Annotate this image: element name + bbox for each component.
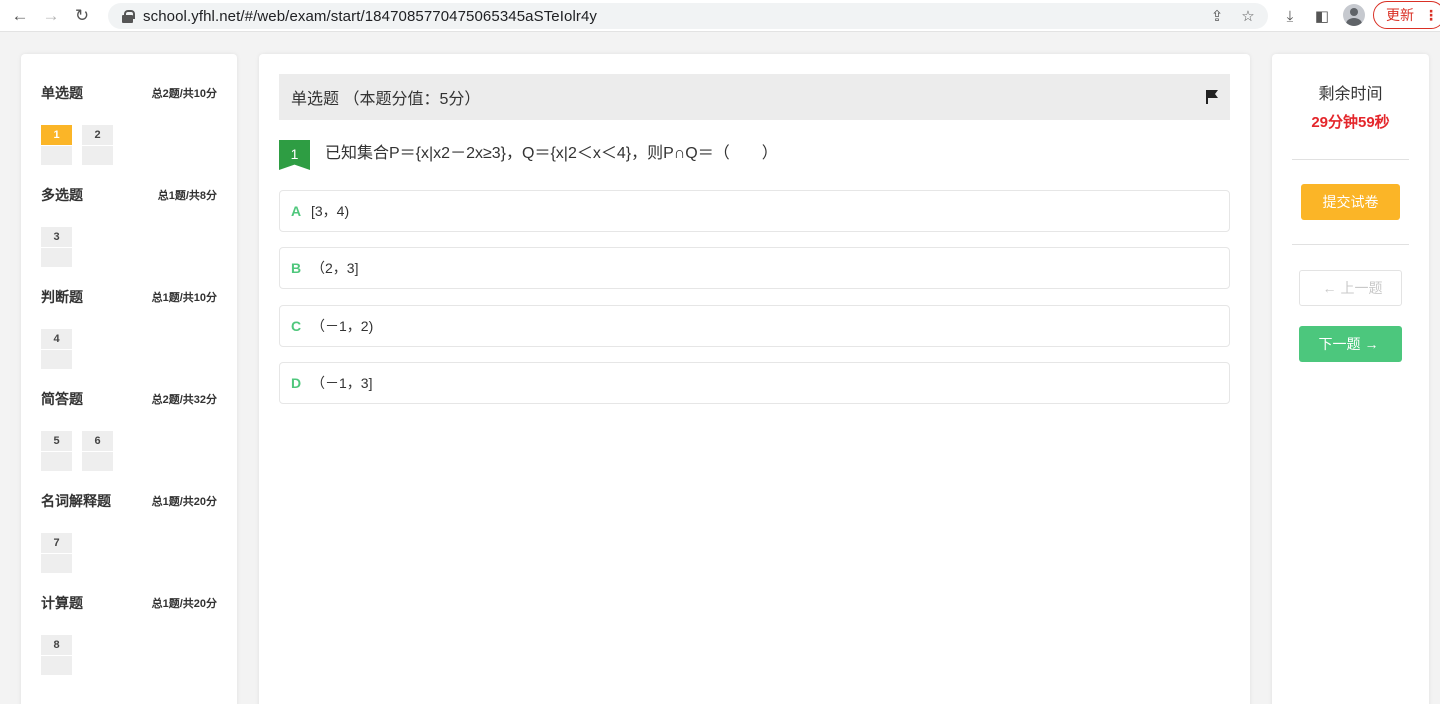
question-number-7[interactable]: 7 [41, 533, 72, 573]
previous-label: 上一题 [1340, 280, 1383, 296]
section-summary: 总2题/共32分 [151, 394, 217, 406]
question-number-3[interactable]: 3 [41, 227, 72, 267]
remaining-time-label: 剩余时间 [1318, 86, 1383, 103]
question-number-4[interactable]: 4 [41, 329, 72, 369]
section-title: 多选题 [41, 187, 83, 203]
url-text[interactable]: school.yfhl.net/#/web/exam/start/1847085… [143, 8, 597, 25]
option-letter: A [291, 203, 302, 219]
question-number-5[interactable]: 5 [41, 431, 72, 471]
share-icon[interactable]: ⇪ [1208, 7, 1226, 25]
option-text: （－1，2) [311, 318, 374, 334]
option-letter: D [291, 375, 302, 391]
countdown-timer: 29分钟59秒 [1311, 114, 1390, 131]
update-button[interactable]: 更新 ⋮ [1373, 1, 1440, 29]
section-summary: 总1题/共20分 [151, 598, 217, 610]
question-number-badge: 1 [279, 140, 310, 170]
option-a[interactable]: A [3，4) [279, 190, 1230, 232]
question-number-8[interactable]: 8 [41, 635, 72, 675]
update-label: 更新 [1386, 7, 1414, 23]
divider [1292, 159, 1409, 160]
profile-avatar-icon[interactable] [1343, 4, 1365, 26]
previous-question-button[interactable]: ← 上一题 [1299, 270, 1402, 306]
browser-toolbar: ← → ↻ school.yfhl.net/#/web/exam/start/1… [0, 0, 1440, 32]
exam-control-panel: 剩余时间 29分钟59秒 提交试卷 ← 上一题 下一题 → [1272, 54, 1429, 704]
next-question-button[interactable]: 下一题 → [1299, 326, 1402, 362]
question-header: 单选题 （本题分值：5分） [279, 74, 1230, 120]
reload-icon[interactable]: ↻ [71, 5, 93, 27]
section-summary: 总2题/共10分 [151, 88, 217, 100]
question-header-text: 单选题 （本题分值：5分） [291, 91, 481, 108]
arrow-right-icon: → [1364, 336, 1379, 352]
divider [1292, 244, 1409, 245]
question-number-1[interactable]: 1 [41, 125, 72, 165]
address-bar[interactable]: school.yfhl.net/#/web/exam/start/1847085… [108, 3, 1268, 29]
back-arrow-icon[interactable]: ← [9, 5, 31, 27]
section-summary: 总1题/共8分 [157, 190, 217, 202]
option-d[interactable]: D （－1，3] [279, 362, 1230, 404]
menu-dots-icon: ⋮ [1424, 6, 1438, 23]
flag-icon[interactable] [1206, 90, 1218, 104]
option-text: （2，3] [311, 260, 359, 276]
download-icon[interactable]: ⤓ [1279, 5, 1301, 27]
side-panel-icon[interactable]: ◧ [1311, 5, 1333, 27]
option-letter: B [291, 260, 302, 276]
question-stem: 已知集合P＝{x|x2－2x≥3}，Q＝{x|2＜x＜4}，则P∩Q＝（ ） [325, 145, 778, 162]
lock-icon [122, 9, 135, 23]
section-title: 计算题 [41, 595, 83, 611]
option-text: [3，4) [311, 203, 350, 219]
option-c[interactable]: C （－1，2) [279, 305, 1230, 347]
next-label: 下一题 [1318, 336, 1361, 352]
forward-arrow-icon[interactable]: → [40, 5, 62, 27]
question-number-6[interactable]: 6 [82, 431, 113, 471]
option-text: （－1，3] [311, 375, 373, 391]
option-b[interactable]: B （2，3] [279, 247, 1230, 289]
option-letter: C [291, 318, 302, 334]
section-summary: 总1题/共10分 [151, 292, 217, 304]
question-navigator: 单选题 总2题/共10分 1 2 多选题 总1题/共8分 3 判断题 总1题/共… [21, 54, 237, 704]
section-summary: 总1题/共20分 [151, 496, 217, 508]
submit-exam-button[interactable]: 提交试卷 [1301, 184, 1400, 220]
question-number-2[interactable]: 2 [82, 125, 113, 165]
section-title: 单选题 [41, 85, 83, 101]
section-title: 名词解释题 [41, 493, 111, 509]
section-title: 判断题 [41, 289, 83, 305]
bookmark-star-icon[interactable]: ☆ [1239, 7, 1257, 25]
question-panel: 单选题 （本题分值：5分） 1 已知集合P＝{x|x2－2x≥3}，Q＝{x|2… [259, 54, 1250, 704]
section-title: 简答题 [41, 391, 83, 407]
arrow-left-icon: ← [1322, 280, 1337, 296]
